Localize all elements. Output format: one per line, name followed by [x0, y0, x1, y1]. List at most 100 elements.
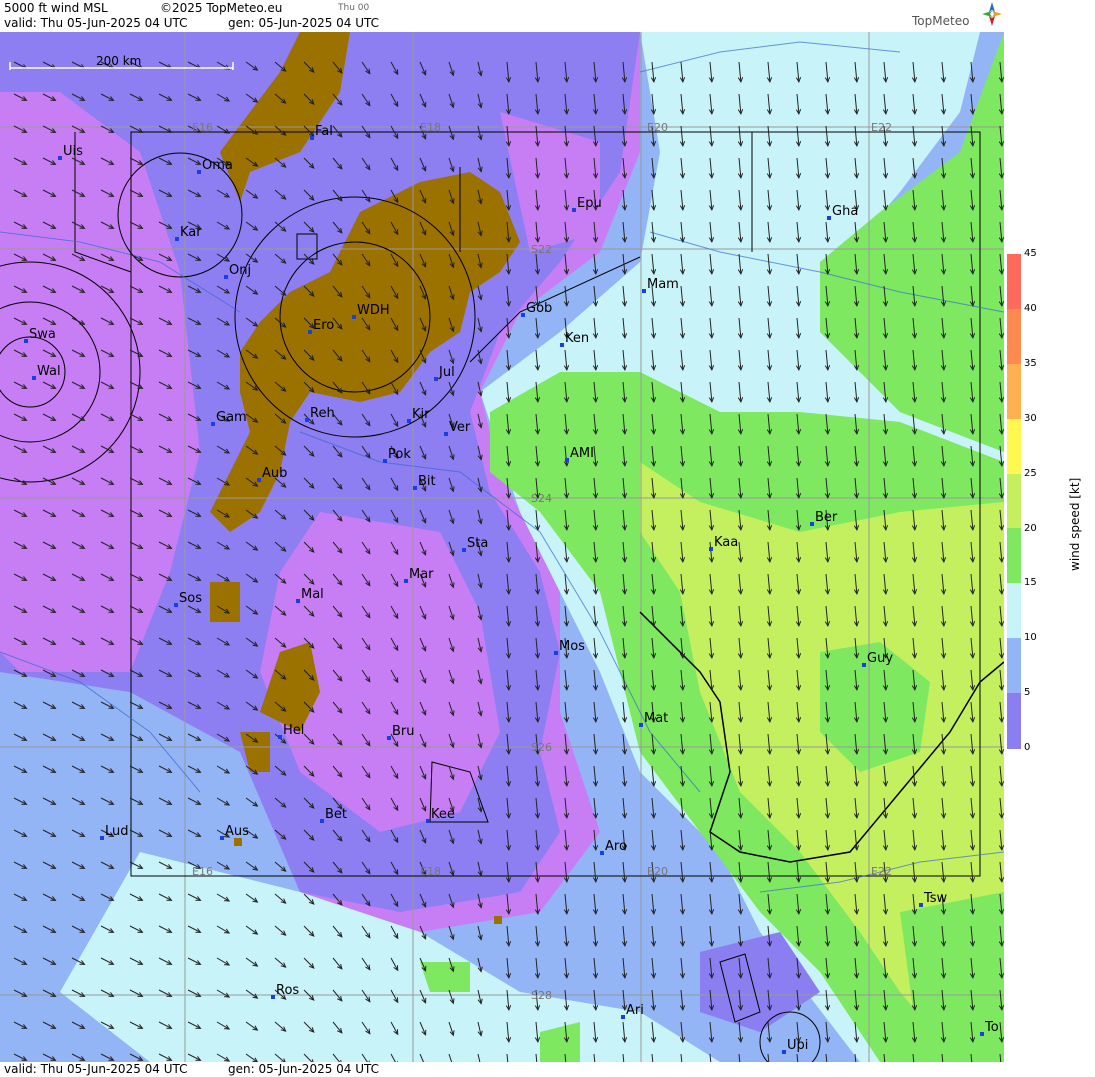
legend-tick: 15 — [1024, 577, 1037, 589]
city-label: Mam — [647, 277, 679, 292]
legend-swatch-c30 — [1007, 418, 1021, 475]
city-marker[interactable] — [383, 459, 387, 463]
city-marker[interactable] — [174, 603, 178, 607]
wind-map[interactable]: 200 km E16 E18 E20 E22 S22 S24 S26 S28 E16 E18 E20… — [0, 32, 1004, 1062]
city-marker[interactable] — [621, 1015, 625, 1019]
legend-tick: 40 — [1024, 302, 1037, 314]
city-marker[interactable] — [434, 377, 438, 381]
grid-label: S24 — [531, 492, 552, 505]
terrain-sos — [210, 582, 240, 622]
city-marker[interactable] — [565, 458, 569, 462]
valid-time: valid: Thu 05-Jun-2025 04 UTC — [4, 16, 188, 30]
city-marker[interactable] — [444, 432, 448, 436]
city-marker[interactable] — [305, 418, 309, 422]
city-label: Gam — [216, 410, 247, 425]
city-marker[interactable] — [24, 339, 28, 343]
city-label: Ero — [313, 318, 334, 333]
legend-tick: 45 — [1024, 248, 1037, 259]
city-marker[interactable] — [278, 735, 282, 739]
copyright-text: ©2025 TopMeteo.eu — [160, 1, 283, 15]
legend-swatch-c45 — [1007, 254, 1021, 310]
city-marker[interactable] — [642, 289, 646, 293]
city-marker[interactable] — [980, 1032, 984, 1036]
short-time: Thu 00 — [338, 3, 370, 13]
header-bar: 5000 ft wind MSL ©2025 TopMeteo.eu Thu 0… — [0, 0, 1004, 32]
city-label: Sos — [179, 591, 202, 606]
city-marker[interactable] — [257, 478, 261, 482]
city-marker[interactable] — [521, 313, 525, 317]
legend-swatch-c40 — [1007, 308, 1021, 365]
city-marker[interactable] — [639, 723, 643, 727]
city-label: Lud — [105, 824, 129, 839]
city-label: Kaa — [714, 535, 738, 550]
city-marker[interactable] — [827, 216, 831, 220]
city-label: Aub — [262, 466, 287, 481]
city-label: Wal — [37, 364, 61, 379]
city-label: Onj — [229, 263, 251, 278]
city-label: Mat — [644, 711, 668, 726]
city-marker[interactable] — [709, 547, 713, 551]
city-marker[interactable] — [220, 836, 224, 840]
city-marker[interactable] — [560, 343, 564, 347]
legend-swatch-c5 — [1007, 693, 1021, 749]
city-label: Bit — [418, 474, 436, 489]
legend-title: wind speed [kt] — [1068, 477, 1082, 571]
city-marker[interactable] — [308, 330, 312, 334]
legend-swatch-c35 — [1007, 363, 1021, 420]
city-marker[interactable] — [554, 651, 558, 655]
city-marker[interactable] — [100, 836, 104, 840]
city-marker[interactable] — [310, 136, 314, 140]
city-marker[interactable] — [352, 315, 356, 319]
city-marker[interactable] — [224, 275, 228, 279]
city-label: Ver — [449, 420, 471, 435]
legend-swatch-c15 — [1007, 583, 1021, 640]
city-marker[interactable] — [572, 208, 576, 212]
city-marker[interactable] — [32, 376, 36, 380]
city-label: Mos — [559, 639, 585, 654]
city-label: Uis — [63, 144, 83, 159]
map-title: 5000 ft wind MSL — [4, 1, 108, 15]
legend-tick: 10 — [1024, 632, 1037, 644]
city-label: AMI — [570, 446, 594, 461]
city-label: Pok — [388, 447, 411, 462]
city-marker[interactable] — [600, 851, 604, 855]
city-marker[interactable] — [426, 819, 430, 823]
city-label: Kar — [180, 225, 202, 240]
city-marker[interactable] — [296, 599, 300, 603]
city-marker[interactable] — [782, 1050, 786, 1054]
city-marker[interactable] — [175, 237, 179, 241]
footer-bar: valid: Thu 05-Jun-2025 04 UTC gen: 05-Ju… — [0, 1062, 1004, 1077]
grid-label: E20 — [647, 121, 668, 134]
city-marker[interactable] — [271, 995, 275, 999]
city-label: Jul — [438, 365, 455, 380]
legend-tick: 25 — [1024, 467, 1037, 479]
scale-bar: 200 km — [9, 54, 234, 70]
city-label: To — [984, 1020, 999, 1035]
legend-tick: 0 — [1024, 742, 1031, 754]
city-marker[interactable] — [407, 419, 411, 423]
legend-tick: 20 — [1024, 522, 1037, 534]
city-marker[interactable] — [320, 819, 324, 823]
grid-label: E16 — [192, 121, 213, 134]
city-marker[interactable] — [810, 522, 814, 526]
city-label: Epu — [577, 196, 602, 211]
city-marker[interactable] — [197, 170, 201, 174]
grid-label: E22 — [871, 121, 892, 134]
legend-swatch-c10 — [1007, 638, 1021, 695]
city-label: Fal — [315, 124, 333, 139]
city-label: Mal — [301, 587, 324, 602]
city-marker[interactable] — [413, 486, 417, 490]
city-label: Aus — [225, 824, 249, 839]
city-marker[interactable] — [919, 903, 923, 907]
legend-tick: 35 — [1024, 357, 1037, 369]
city-marker[interactable] — [58, 156, 62, 160]
legend-swatch-c25 — [1007, 473, 1021, 530]
city-marker[interactable] — [462, 548, 466, 552]
city-label: Ber — [815, 510, 838, 525]
city-marker[interactable] — [862, 663, 866, 667]
grid-label: S22 — [531, 243, 552, 256]
grid-label: E22 — [871, 865, 892, 878]
city-marker[interactable] — [211, 422, 215, 426]
city-marker[interactable] — [404, 579, 408, 583]
city-marker[interactable] — [387, 736, 391, 740]
